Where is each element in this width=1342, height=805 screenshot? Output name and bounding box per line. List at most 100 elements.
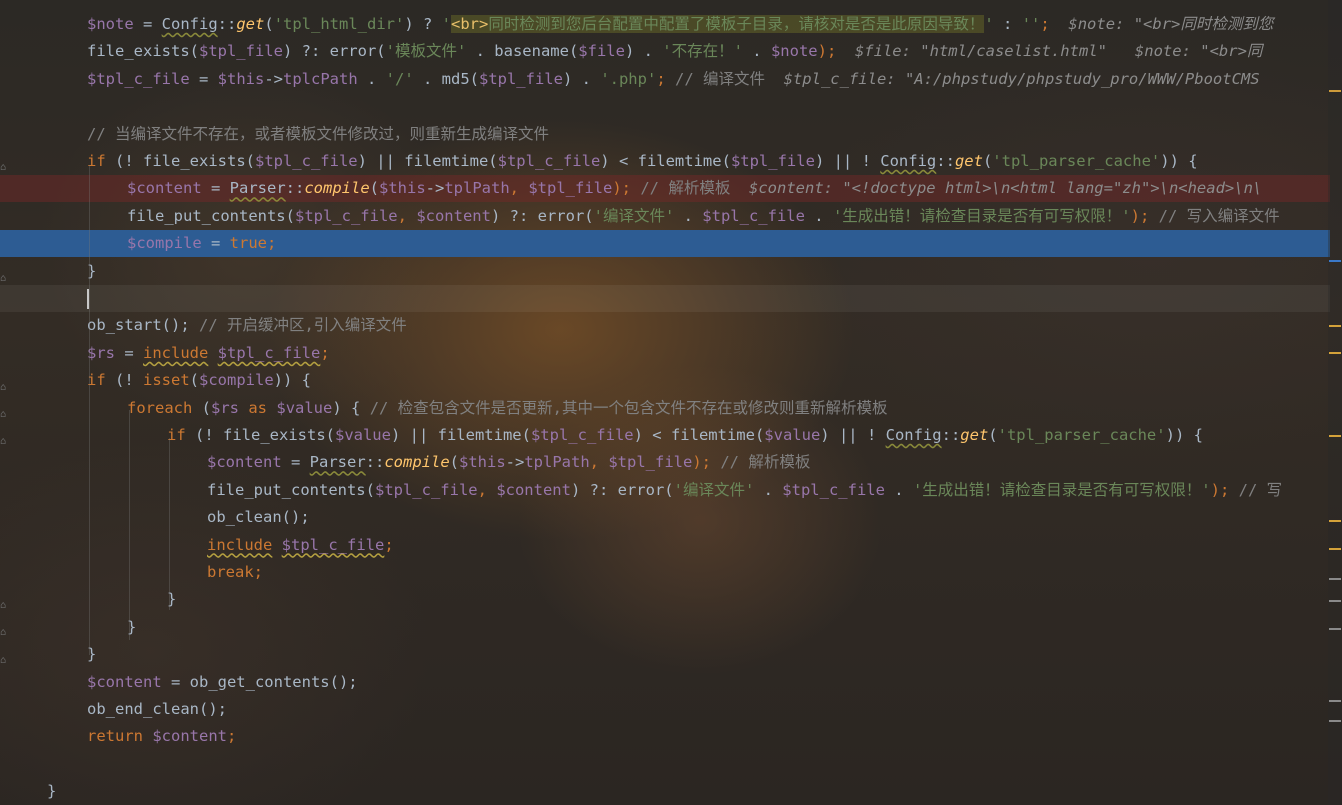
code-line[interactable]: } [0,778,1330,805]
code-text: file_exists($tpl_file) ?: error('模板文件' .… [87,38,1262,65]
code-token: get [954,152,983,170]
code-token: (! file_exists( [185,426,335,444]
code-line[interactable]: // 当编译文件不存在，或者模板文件修改过，则重新生成编译文件 [0,121,1330,148]
code-line[interactable]: ob_clean(); [0,504,1330,531]
code-line[interactable]: } [0,586,1330,613]
code-line[interactable] [0,285,1330,312]
code-token: ) || ! [820,426,886,444]
code-token: . basename( [466,42,579,61]
code-line[interactable]: return $content; [0,723,1330,750]
code-line[interactable]: if (! file_exists($tpl_c_file) || filemt… [0,148,1330,175]
code-text: $tpl_c_file = $this->tplcPath . '/' . md… [87,66,1260,93]
code-token: $note [770,42,818,61]
scrollbar-marker[interactable] [1329,720,1341,722]
code-line[interactable]: foreach ($rs as $value) { // 检查包含文件是否更新,… [0,395,1330,422]
code-token: ) < filemtime( [600,152,731,170]
code-token: '生成出错！请检查目录是否有可写权限！' [912,480,1211,499]
fold-icon[interactable]: ⌂ [0,410,8,420]
code-token: 'tpl_parser_cache' [997,426,1166,444]
code-line[interactable]: $tpl_c_file = $this->tplcPath . '/' . md… [0,66,1330,93]
code-token: ob_end_clean(); [87,700,227,718]
code-token: :: [285,179,305,198]
fold-icon[interactable]: ⌂ [0,628,8,638]
code-token: $this [459,453,506,472]
code-token: ; [320,343,330,362]
code-line[interactable]: $content = ob_get_contents(); [0,669,1330,696]
scrollbar-marker[interactable] [1329,90,1341,92]
code-token: $tpl_c_file [294,206,398,225]
code-line[interactable]: } [0,614,1330,641]
scrollbar-marker[interactable] [1329,578,1341,580]
code-token: '不存在！' [662,42,743,61]
code-token: ; [1040,15,1050,33]
code-token: 同时检测到您后台配置中配置了模板子目录，请核对是否是此原因导致！ [488,15,985,33]
code-text: if (! isset($compile)) { [87,367,311,394]
scrollbar-marker[interactable] [1329,435,1341,437]
code-token: . [674,206,703,225]
scrollbar-marker[interactable] [1329,628,1341,630]
code-token: . [884,480,913,499]
code-line[interactable]: $content = Parser::compile($this->tplPat… [0,449,1330,476]
code-token: ( [189,371,200,390]
code-line[interactable]: break; [0,559,1330,586]
fold-icon[interactable]: ⌂ [0,601,8,611]
code-line[interactable]: file_put_contents($tpl_c_file, $content)… [0,203,1330,230]
code-editor[interactable]: $note = Config::get('tpl_html_dir') ? '<… [0,0,1330,805]
code-line[interactable]: $note = Config::get('tpl_html_dir') ? '<… [0,11,1330,38]
indent-guide [129,410,130,640]
code-line[interactable]: $content = Parser::compile($this->tplPat… [0,175,1330,203]
fold-icon[interactable]: ⌂ [0,437,8,447]
scrollbar-marker[interactable] [1329,600,1341,602]
fold-icon[interactable]: ⌂ [0,656,8,666]
fold-icon[interactable]: ⌂ [0,274,8,284]
code-text: file_put_contents($tpl_c_file, $content)… [127,203,1280,230]
code-token: $tpl_c_file [530,426,634,444]
code-token: : [993,15,1022,33]
code-line[interactable]: if (! file_exists($value) || filemtime($… [0,422,1330,449]
scrollbar-marker[interactable] [1329,548,1341,550]
code-token: $content [207,453,282,472]
scrollbar-marker[interactable] [1329,520,1341,522]
code-line[interactable]: $compile = true; [0,230,1330,258]
code-token: ); [1130,206,1159,225]
editor-scrollbar[interactable] [1328,0,1342,805]
code-token: // 写入编译文件 [1158,206,1280,225]
code-token: // 检查包含文件是否更新,其中一个包含文件不存在或修改则重新解析模板 [369,398,888,417]
scrollbar-marker[interactable] [1329,700,1341,702]
code-text: if (! file_exists($tpl_c_file) || filemt… [87,148,1198,175]
code-line[interactable]: file_put_contents($tpl_c_file, $content)… [0,477,1330,504]
code-line[interactable]: ob_start(); // 开启缓冲区,引入编译文件 [0,312,1330,339]
fold-icon[interactable]: ⌂ [0,163,8,173]
code-token: $compile [127,234,202,253]
code-line[interactable]: file_exists($tpl_file) ?: error('模板文件' .… [0,38,1330,65]
code-token: = [189,69,218,88]
code-token: ( [988,426,998,444]
code-token: ( [449,453,459,472]
scrollbar-marker[interactable] [1329,352,1341,354]
code-line[interactable]: include $tpl_c_file; [0,532,1330,559]
code-line[interactable]: if (! isset($compile)) { [0,367,1330,394]
code-text: ob_end_clean(); [87,696,227,723]
code-text: $content = Parser::compile($this->tplPat… [127,175,1262,202]
code-token: // 解析模板 [720,453,811,472]
code-token: '编译文件' [673,480,755,499]
code-token: $note [87,15,134,33]
code-token: ( [369,179,379,198]
code-line[interactable] [0,751,1330,778]
code-token: Parser [229,179,286,198]
scrollbar-marker[interactable] [1329,260,1341,262]
code-line[interactable]: ob_end_clean(); [0,696,1330,723]
code-line[interactable] [0,93,1330,120]
code-line[interactable]: } [0,258,1330,285]
code-text: $compile = true; [127,230,276,257]
fold-icon[interactable]: ⌂ [0,383,8,393]
code-line[interactable]: } [0,641,1330,668]
code-token: include [143,343,209,362]
code-line[interactable]: $rs = include $tpl_c_file; [0,340,1330,367]
scrollbar-marker[interactable] [1329,325,1341,327]
code-token: true [229,234,267,253]
code-token: :: [936,152,955,170]
